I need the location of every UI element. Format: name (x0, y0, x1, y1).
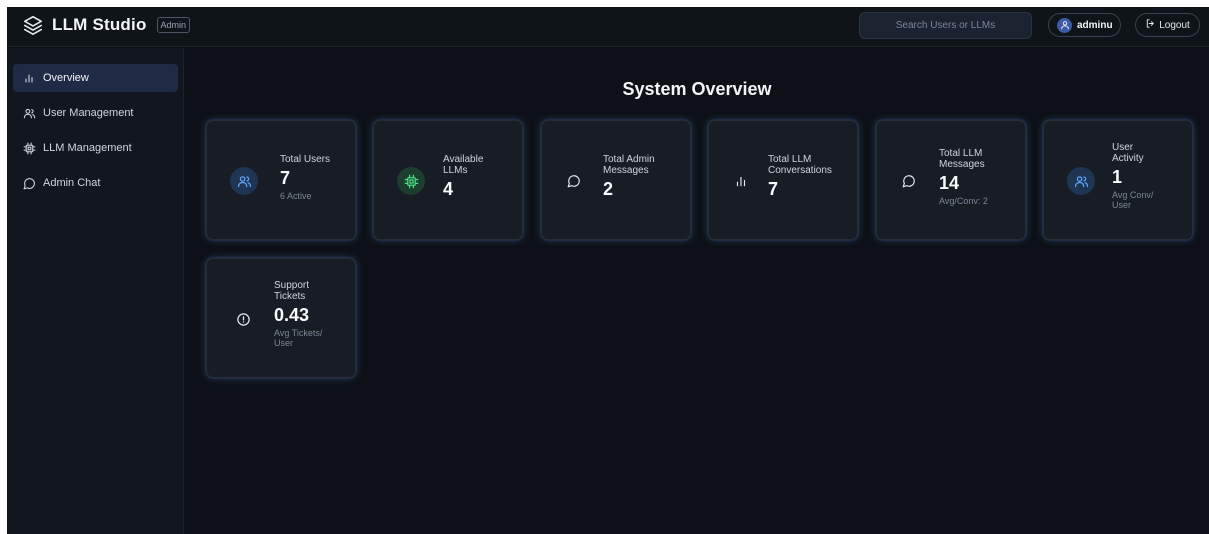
alert-circle-icon (229, 305, 257, 333)
sidebar-item-user-management[interactable]: User Management (13, 99, 178, 127)
page-title: System Overview (622, 79, 772, 99)
layers-logo-icon (22, 14, 44, 36)
users-icon (1067, 167, 1095, 195)
sidebar-item-label: Overview (43, 72, 89, 84)
stat-subtext: Avg/Conv: 2 (939, 196, 988, 206)
stat-card-support-tickets: Support Tickets 0.43 Avg Tickets/ User (206, 258, 356, 378)
users-icon (230, 167, 258, 195)
stat-label: LLMs (443, 165, 468, 176)
stat-value: 2 (603, 179, 614, 199)
stat-subtext: Avg Tickets/ (274, 328, 323, 338)
user-name: adminu (1077, 19, 1113, 31)
logout-icon (1145, 16, 1156, 34)
cpu-icon (22, 141, 36, 155)
stat-label: Total Admin (603, 154, 655, 165)
user-menu-button[interactable]: adminu (1048, 13, 1121, 37)
user-avatar-icon (1057, 17, 1072, 33)
sidebar: Overview User Management LLM Management … (7, 48, 184, 534)
stat-card-llm-messages: Total LLM Messages 14 Avg/Conv: 2 (876, 120, 1026, 240)
stat-value: 4 (443, 179, 454, 199)
stat-label: Total LLM (768, 154, 812, 165)
top-bar: LLM Studio Admin adminu Logout (7, 7, 1209, 47)
stat-value: 7 (280, 168, 291, 188)
sidebar-item-label: Admin Chat (43, 177, 101, 189)
stat-subtext: User (274, 338, 294, 348)
stat-value: 1 (1112, 167, 1123, 187)
bar-chart-icon (22, 71, 36, 85)
main-content: System Overview Total Users 7 6 Active A… (185, 48, 1209, 534)
logout-label: Logout (1159, 19, 1190, 31)
stat-value: 0.43 (274, 305, 310, 325)
bar-chart-icon (727, 167, 755, 195)
stat-label: Messages (603, 165, 649, 176)
chat-icon (560, 167, 588, 195)
stat-label: User (1112, 142, 1134, 153)
stat-value: 14 (939, 173, 960, 193)
stat-label: Activity (1112, 153, 1144, 164)
stat-label: Tickets (274, 291, 306, 302)
stat-card-llm-conversations: Total LLM Conversations 7 (708, 120, 858, 240)
users-icon (22, 106, 36, 120)
stat-subtext: Avg Conv/ (1112, 190, 1154, 200)
stat-card-total-users: Total Users 7 6 Active (206, 120, 356, 240)
logout-button[interactable]: Logout (1135, 13, 1200, 37)
sidebar-item-llm-management[interactable]: LLM Management (13, 134, 178, 162)
stat-label: Total LLM (939, 148, 983, 159)
chat-icon (895, 167, 923, 195)
stat-label: Conversations (768, 165, 832, 176)
cpu-icon (397, 167, 425, 195)
stat-subtext: 6 Active (280, 191, 312, 201)
stat-value: 7 (768, 179, 779, 199)
stat-label: Messages (939, 159, 985, 170)
stat-label: Total Users (280, 154, 331, 165)
stat-label: Support (274, 280, 310, 291)
brand[interactable]: LLM Studio Admin (22, 14, 191, 36)
sidebar-item-label: LLM Management (43, 142, 132, 154)
sidebar-item-admin-chat[interactable]: Admin Chat (13, 169, 178, 197)
stat-card-available-llms: Available LLMs 4 (373, 120, 523, 240)
app-window: LLM Studio Admin adminu Logout (7, 7, 1209, 534)
stat-subtext: User (1112, 200, 1132, 210)
app-title: LLM Studio (52, 15, 147, 34)
stat-card-admin-messages: Total Admin Messages 2 (541, 120, 691, 240)
stat-card-user-activity: User Activity 1 Avg Conv/ User (1043, 120, 1193, 240)
sidebar-item-label: User Management (43, 107, 134, 119)
stat-label: Available (443, 154, 484, 165)
role-badge: Admin (156, 17, 191, 33)
chat-icon (22, 176, 36, 190)
sidebar-item-overview[interactable]: Overview (13, 64, 178, 92)
search-input[interactable] (859, 12, 1032, 39)
